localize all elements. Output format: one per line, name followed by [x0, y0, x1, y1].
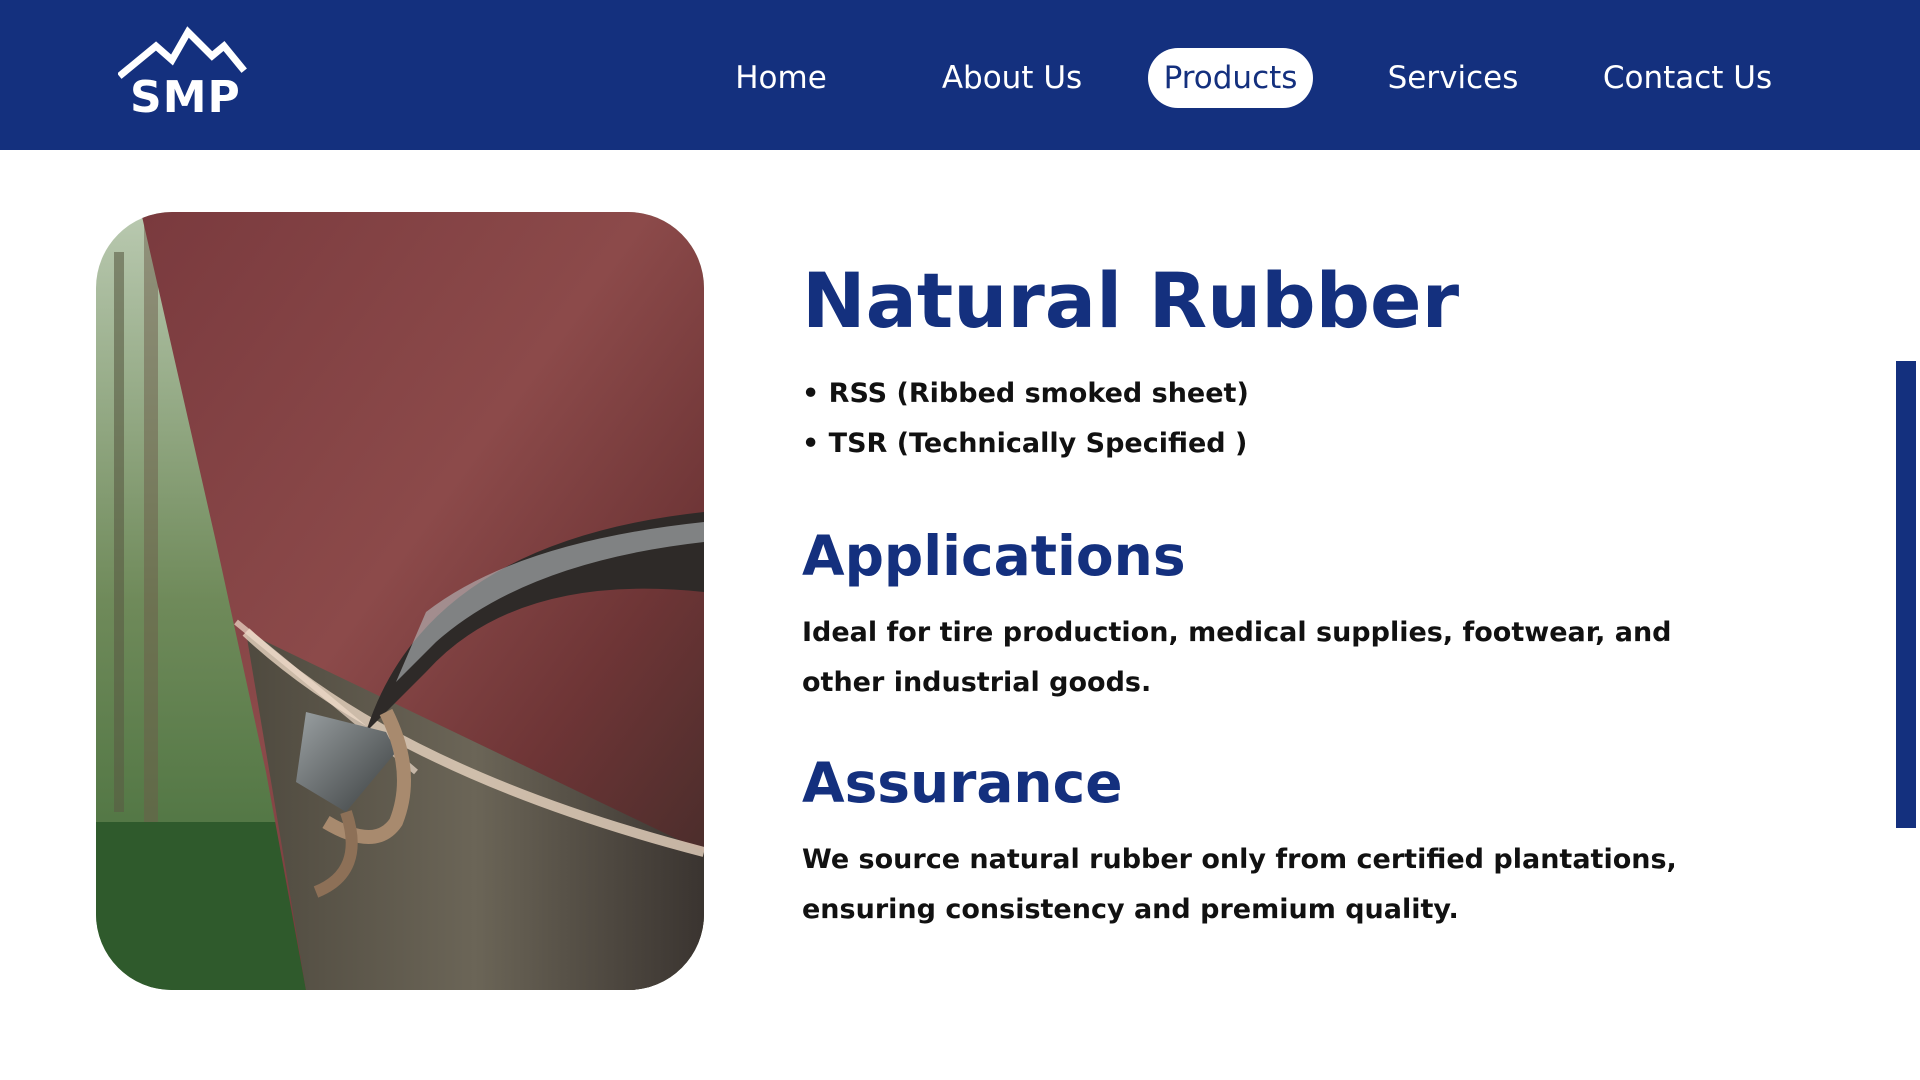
assurance-text: We source natural rubber only from certi…: [802, 844, 1677, 925]
product-type-item: • RSS (Ribbed smoked sheet): [802, 378, 1249, 409]
nav-products[interactable]: Products: [1148, 48, 1313, 108]
nav-home[interactable]: Home: [722, 48, 840, 108]
logo-text: SMP: [130, 72, 241, 123]
assurance-heading: Assurance: [802, 751, 1123, 815]
nav-about-us[interactable]: About Us: [937, 48, 1087, 108]
applications-heading: Applications: [802, 524, 1186, 588]
applications-text: Ideal for tire production, medical suppl…: [802, 617, 1672, 698]
product-image: [96, 212, 704, 990]
brand-logo[interactable]: SMP: [118, 26, 248, 123]
navbar: SMP Home About Us Products Services Cont…: [0, 0, 1920, 150]
side-accent-bar: [1896, 361, 1916, 828]
product-title: Natural Rubber: [802, 256, 1460, 345]
nav-contact-us[interactable]: Contact Us: [1600, 48, 1775, 108]
product-type-item: • TSR (Technically Specified ): [802, 428, 1248, 459]
nav-services[interactable]: Services: [1380, 48, 1526, 108]
